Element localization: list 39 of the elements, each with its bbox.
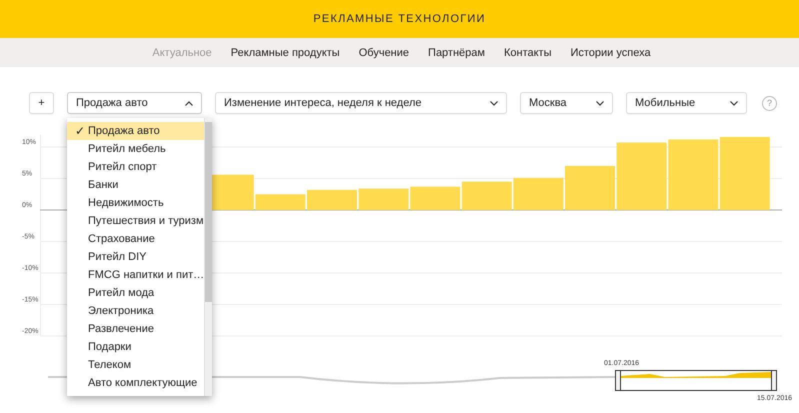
nav-link[interactable]: Партнёрам xyxy=(428,46,485,58)
scrollbar[interactable] xyxy=(204,118,212,396)
dropdown-option[interactable]: Путешествия и туризм xyxy=(67,212,204,230)
chart-bar xyxy=(668,139,718,210)
dropdown-option[interactable]: Электроника xyxy=(67,302,204,320)
nav-link[interactable]: Рекламные продукты xyxy=(230,46,340,58)
dropdown-option[interactable]: Авто комплектующие xyxy=(67,374,204,392)
chart-bar xyxy=(462,182,512,210)
select-dropdown[interactable]: Мобильные xyxy=(626,92,747,114)
dropdown-option[interactable]: Ритейл спорт xyxy=(67,158,204,176)
dropdown-option[interactable]: FMCG напитки и пит… xyxy=(67,266,204,284)
select-dropdown[interactable]: Москва xyxy=(520,92,613,114)
add-button[interactable]: + xyxy=(29,92,54,114)
select-dropdown[interactable]: Продажа авто xyxy=(67,92,202,114)
dropdown-option[interactable]: Ритейл мебель xyxy=(67,140,204,158)
site-title: РЕКЛАМНЫЕ ТЕХНОЛОГИИ xyxy=(313,13,486,25)
caret-down-icon xyxy=(730,100,738,106)
caret-up-icon xyxy=(185,100,193,106)
caret-down-icon xyxy=(596,100,604,106)
chart-bar xyxy=(513,178,564,210)
chart-bar xyxy=(307,190,357,210)
dropdown-option[interactable]: Банки xyxy=(67,176,204,194)
dropdown-option[interactable]: Телеком xyxy=(67,356,204,374)
chart-bar xyxy=(410,186,460,210)
dropdown-option[interactable]: Ритейл мода xyxy=(67,284,204,302)
dropdown-option[interactable]: Страхование xyxy=(67,230,204,248)
select-dropdown[interactable]: Изменение интереса, неделя к неделе xyxy=(215,92,507,114)
dropdown-option[interactable]: Недвижимость xyxy=(67,194,204,212)
dropdown-option[interactable]: ✓ Продажа авто xyxy=(67,122,204,140)
chart-bar xyxy=(358,188,409,210)
nav-link[interactable]: Обучение xyxy=(358,46,410,58)
chart-bar xyxy=(565,166,615,210)
dropdown-option[interactable]: Подарки xyxy=(67,338,204,356)
caret-down-icon xyxy=(490,100,498,106)
nav-link[interactable]: Истории успеха xyxy=(570,46,651,58)
dropdown-option[interactable]: Ритейл DIY xyxy=(67,248,204,266)
chart-bar xyxy=(616,142,667,210)
nav-link[interactable]: Контакты xyxy=(504,46,552,58)
dropdown-option[interactable]: Развлечение xyxy=(67,320,204,338)
